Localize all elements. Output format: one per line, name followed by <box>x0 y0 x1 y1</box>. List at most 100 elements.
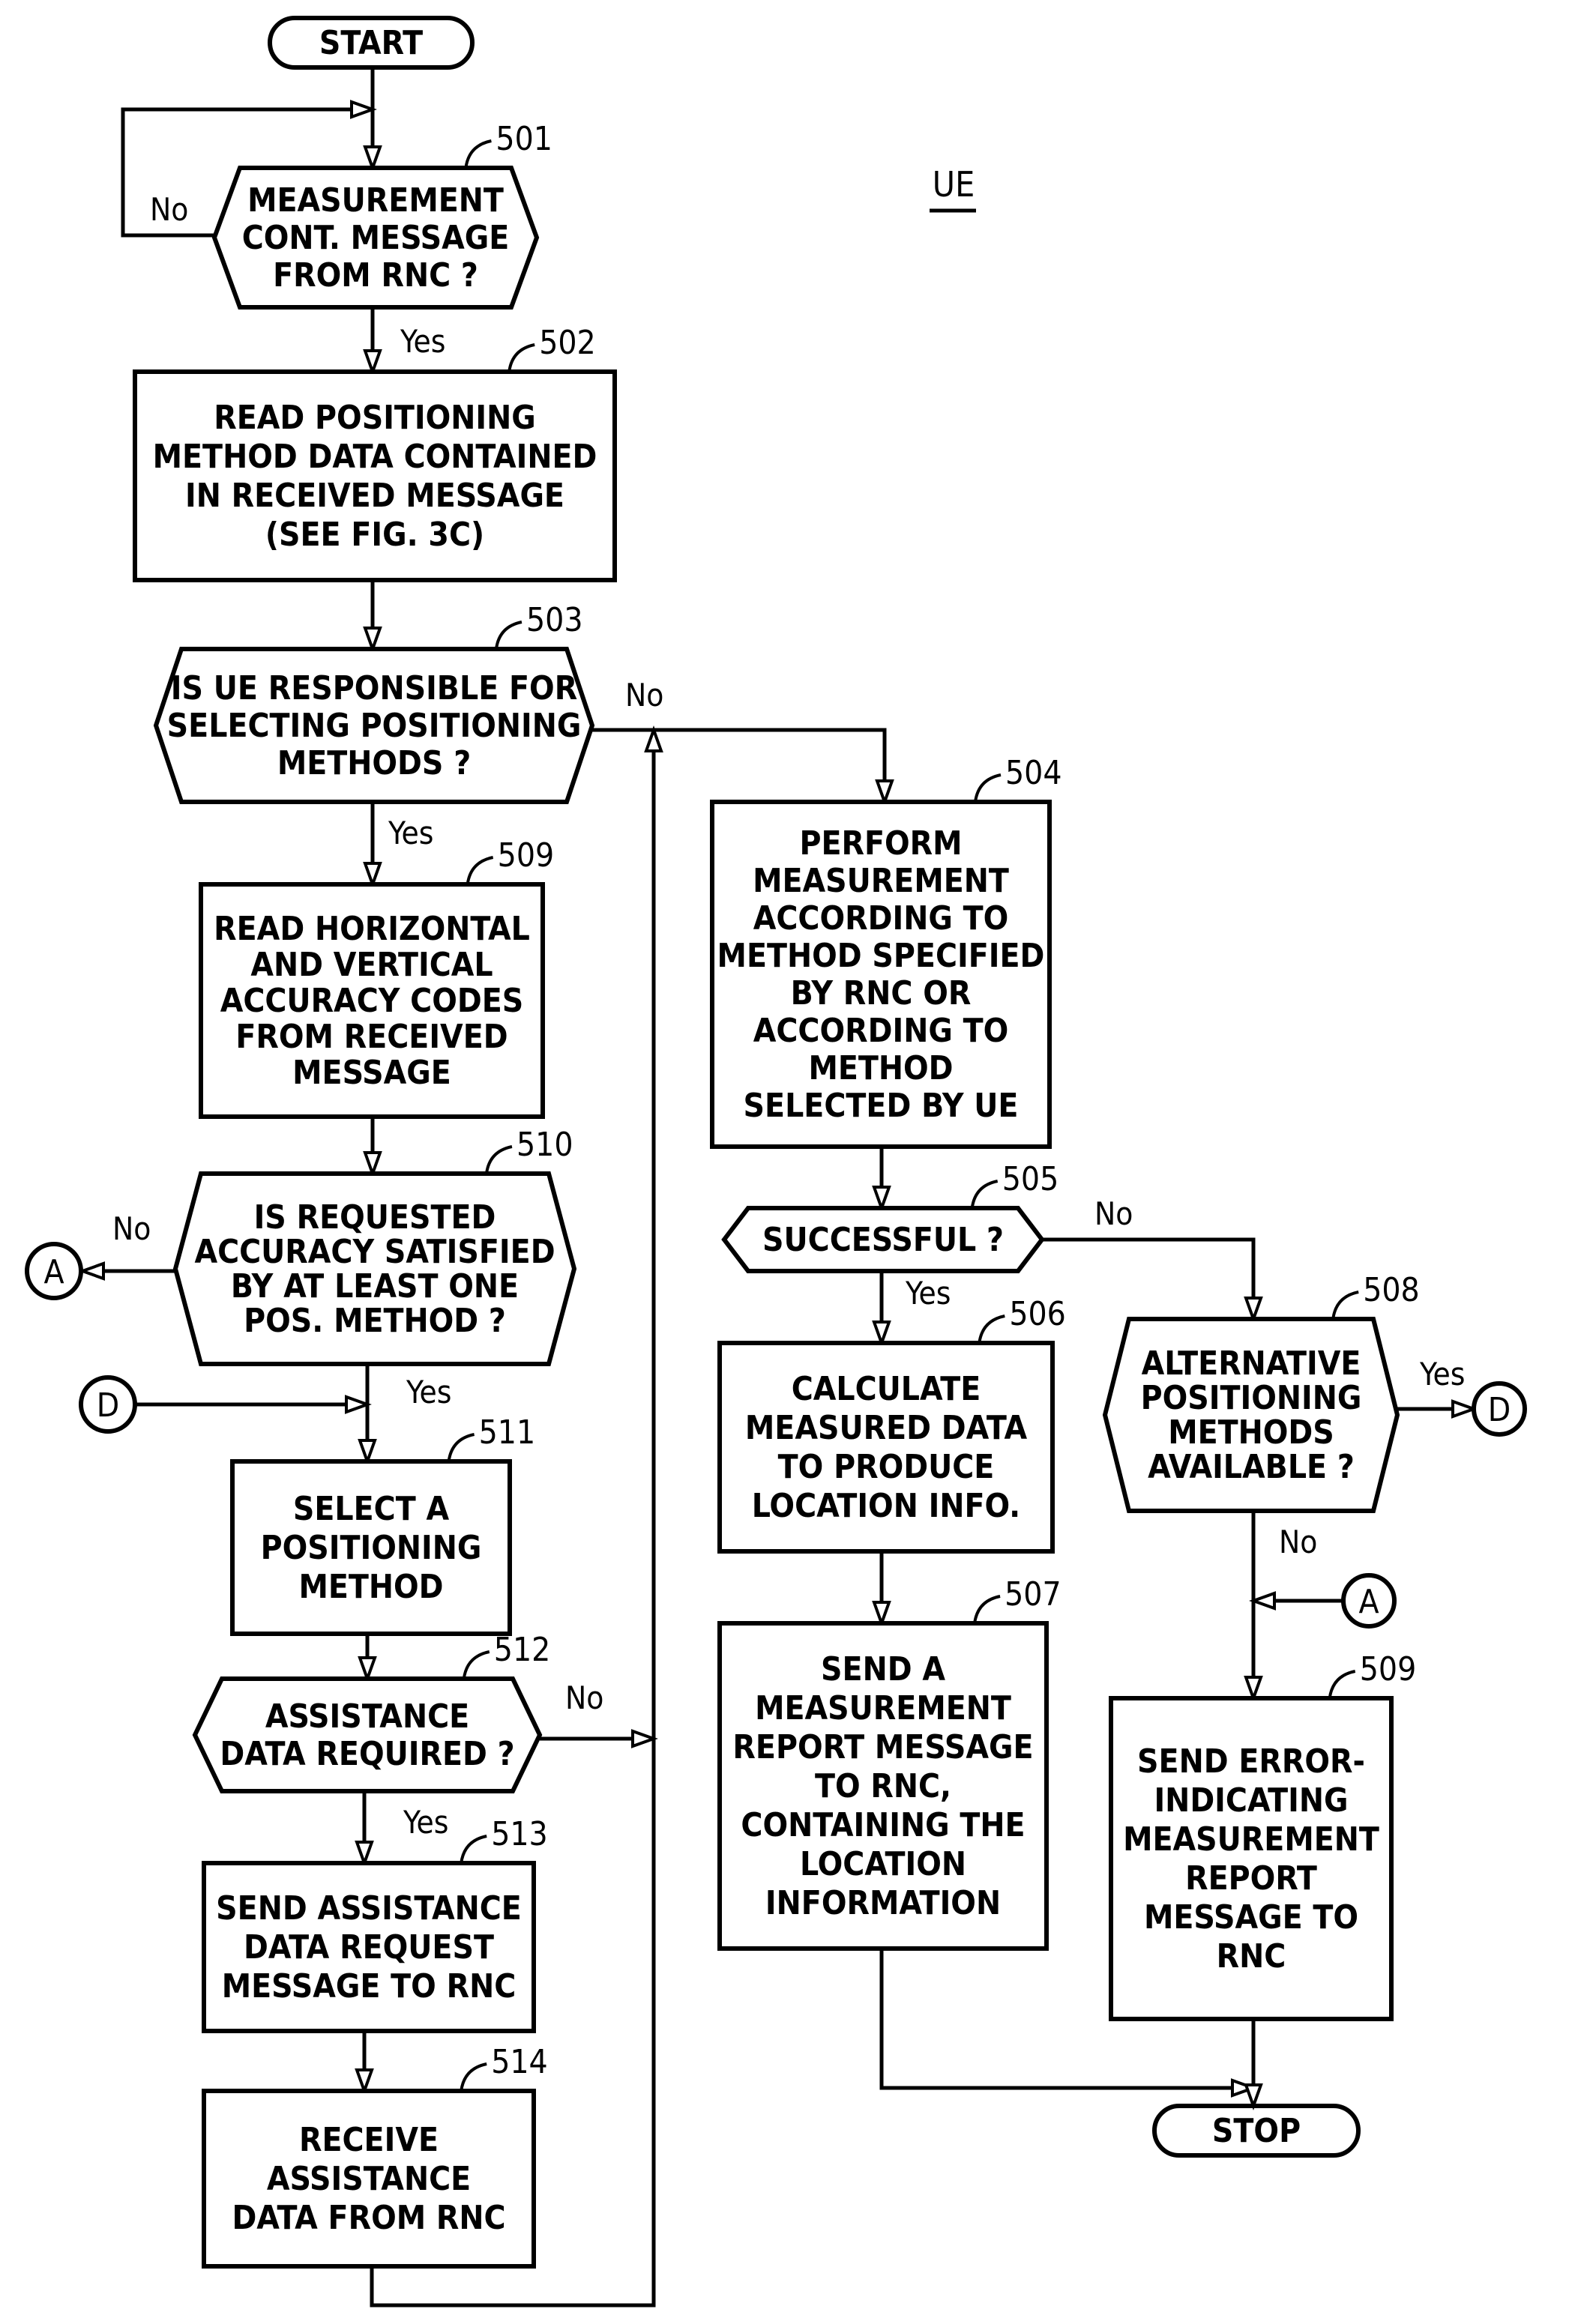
arrowhead-right <box>345 1395 372 1414</box>
step-text-line: RNC <box>1217 1937 1286 1976</box>
reference-leader <box>460 2062 487 2092</box>
arrowhead-down <box>358 1656 377 1683</box>
reference-numeral: 501 <box>496 120 552 158</box>
arrowhead-right <box>631 1729 658 1748</box>
arrowhead-left <box>1249 1591 1276 1611</box>
arrowhead-down <box>1244 1676 1263 1703</box>
step-text-line: METHODS <box>1168 1413 1334 1452</box>
step-512-decision: ASSISTANCEDATA REQUIRED ? 512 <box>192 1631 551 1793</box>
reference-numeral: 514 <box>491 2043 548 2081</box>
reference-numeral: 507 <box>1005 1575 1061 1614</box>
step-text-line: METHOD <box>298 1568 443 1606</box>
edge-505-no-508 <box>1042 1237 1256 1319</box>
step-text-line: POSITIONING <box>261 1529 482 1567</box>
step-511-process: SELECT APOSITIONINGMETHOD 511 <box>230 1413 535 1636</box>
step-text-line: TO PRODUCE <box>778 1448 995 1486</box>
step-text-line: LOCATION <box>800 1845 966 1883</box>
reference-leader <box>494 621 523 650</box>
step-text-line: REPORT MESSAGE <box>732 1728 1033 1766</box>
step-text-line: ASSISTANCE <box>267 2160 471 2198</box>
reference-numeral: 504 <box>1005 754 1062 792</box>
step-text-line: ACCURACY SATISFIED <box>194 1233 555 1271</box>
step-text-line: MESSAGE TO RNC <box>222 1967 517 2005</box>
arrowhead-down <box>363 349 382 376</box>
reference-leader <box>974 773 1002 803</box>
step-text-line: ACCORDING TO <box>753 899 1008 938</box>
step-text-line: SEND ASSISTANCE <box>216 1889 522 1928</box>
arrowhead-down <box>363 145 382 172</box>
reference-numeral: 509 <box>1360 1650 1417 1688</box>
step-text-line: MEASUREMENT <box>1123 1820 1379 1859</box>
branch-label-501-no: No <box>150 191 188 228</box>
arrowhead-down <box>872 1601 891 1628</box>
step-508-decision: ALTERNATIVEPOSITIONINGMETHODSAVAILABLE ?… <box>1102 1271 1420 1513</box>
figure-title: UE <box>933 164 975 205</box>
step-513-process: SEND ASSISTANCEDATA REQUESTMESSAGE TO RN… <box>202 1815 548 2033</box>
step-text-line: MESSAGE <box>292 1054 451 1092</box>
step-text-line: IS REQUESTED <box>254 1198 496 1237</box>
branch-label-512-yes: Yes <box>403 1804 448 1841</box>
reference-leader <box>447 1433 475 1462</box>
arrowhead-left <box>78 1261 105 1281</box>
connector-a-in: A <box>1341 1573 1397 1629</box>
step-text-line: BY AT LEAST ONE <box>231 1267 519 1306</box>
step-text-line: CONTAINING THE <box>741 1806 1025 1844</box>
branch-label-512-no: No <box>565 1679 603 1716</box>
arrowhead-down <box>363 1151 382 1178</box>
step-text-line: BY RNC OR <box>791 974 972 1012</box>
step-text-line: DATA REQUEST <box>244 1928 494 1967</box>
step-text-line: CALCULATE <box>792 1370 981 1408</box>
arrowhead-up <box>644 725 663 752</box>
reference-numeral: 509 <box>498 836 555 875</box>
step-text-line: RECEIVE <box>299 2121 439 2159</box>
step-text-line: MEASURED DATA <box>745 1409 1028 1447</box>
step-text-line: TO RNC, <box>815 1767 951 1805</box>
step-text-line: ALTERNATIVE <box>1142 1344 1361 1383</box>
step-text-line: LOCATION INFO. <box>752 1487 1020 1525</box>
reference-numeral: 503 <box>526 601 583 639</box>
branch-label-508-no: No <box>1279 1524 1317 1560</box>
connector-a-out-label: A <box>43 1253 64 1291</box>
arrowhead-down <box>363 627 382 654</box>
step-text-line: DATA REQUIRED ? <box>220 1735 514 1773</box>
branch-label-503-yes: Yes <box>388 815 433 851</box>
step-505-decision: SUCCESSFUL ? 505 <box>721 1160 1059 1273</box>
reference-leader <box>970 1180 999 1209</box>
reference-numeral: 510 <box>517 1126 573 1164</box>
step-text-line: FROM RECEIVED <box>235 1018 508 1056</box>
step-text-line: IN RECEIVED MESSAGE <box>185 477 564 515</box>
step-text-line: (SEE FIG. 3C) <box>265 516 484 554</box>
step-text-line: IS UE RESPONSIBLE FOR <box>171 669 577 707</box>
flowchart: UE START STOP MEASUREMENTCONT. MESSAGEFR… <box>25 16 1527 2308</box>
reference-leader <box>484 1145 513 1174</box>
reference-numeral: 512 <box>494 1631 551 1669</box>
reference-numeral: 508 <box>1363 1271 1420 1309</box>
reference-numeral: 505 <box>1002 1160 1059 1198</box>
step-text-line: POSITIONING <box>1141 1379 1362 1417</box>
step-text-line: METHOD DATA CONTAINED <box>153 438 597 476</box>
connector-d-out-label: D <box>1488 1391 1511 1429</box>
arrowhead-right <box>350 100 377 119</box>
reference-leader <box>978 1315 1005 1344</box>
branch-label-505-no: No <box>1094 1195 1133 1232</box>
step-text-line: INFORMATION <box>765 1884 1001 1922</box>
reference-leader <box>1331 1291 1359 1320</box>
step-text-line: REPORT <box>1185 1859 1317 1898</box>
step-514-process: RECEIVEASSISTANCEDATA FROM RNC 514 <box>202 2043 548 2269</box>
branch-label-508-yes: Yes <box>1419 1356 1465 1392</box>
step-507-process: SEND AMEASUREMENTREPORT MESSAGETO RNC,CO… <box>717 1575 1061 1951</box>
reference-numeral: 502 <box>539 324 596 362</box>
branch-label-510-yes: Yes <box>406 1374 451 1410</box>
step-text-line: INDICATING <box>1154 1781 1348 1820</box>
start-terminal: START <box>268 16 475 70</box>
arrowhead-down <box>872 1321 891 1347</box>
step-text-line: ACCORDING TO <box>753 1012 1008 1050</box>
reference-numeral: 506 <box>1009 1295 1066 1333</box>
step-text-line: READ HORIZONTAL <box>214 910 530 948</box>
start-label: START <box>319 24 423 62</box>
flowchart-steps: MEASUREMENTCONT. MESSAGEFROM RNC ?501REA… <box>133 120 1420 2269</box>
step-text-line: MEASUREMENT <box>755 1689 1011 1727</box>
arrowhead-down <box>1244 1297 1263 1324</box>
reference-leader <box>973 1595 1001 1624</box>
step-text-line: ACCURACY CODES <box>220 982 524 1020</box>
